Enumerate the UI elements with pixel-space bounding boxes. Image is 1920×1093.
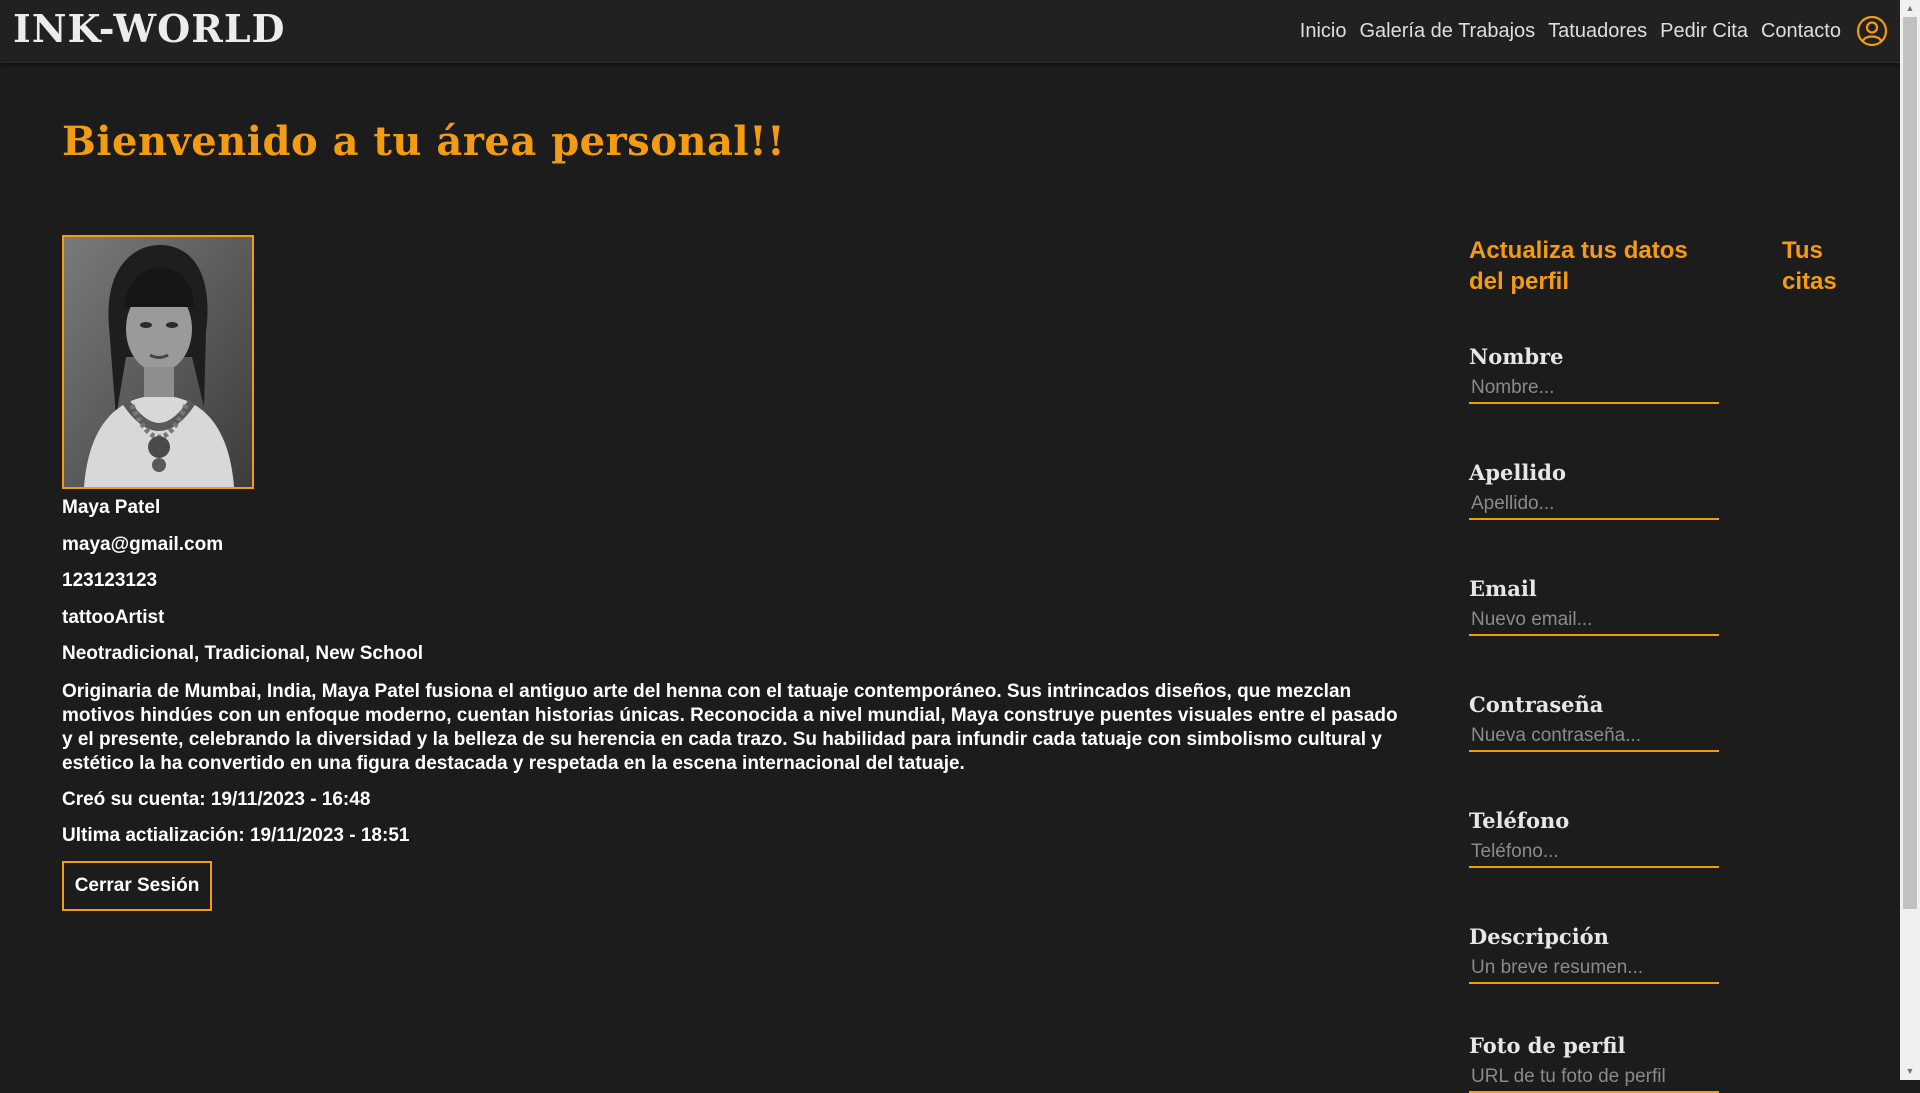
nav-link-pedir-cita[interactable]: Pedir Cita (1660, 20, 1748, 43)
profile-email: maya@gmail.com (62, 534, 224, 555)
nombre-label: Nombre (1469, 344, 1564, 369)
appointments-title: Tus citas (1782, 237, 1837, 295)
email-input[interactable] (1469, 606, 1719, 636)
nav-link-galeria[interactable]: Galería de Trabajos (1360, 20, 1536, 43)
profile-phone: 123123123 (62, 570, 158, 591)
nav-link-inicio[interactable]: Inicio (1300, 20, 1347, 43)
scroll-thumb[interactable] (1903, 17, 1917, 909)
profile-bio: Originaria de Mumbai, India, Maya Patel … (62, 681, 1398, 774)
update-profile-title: Actualiza tus datos del perfil (1469, 237, 1688, 295)
scroll-down-arrow-icon[interactable]: ▼ (1900, 1063, 1920, 1080)
telefono-label: Teléfono (1469, 808, 1570, 833)
profile-updated-date: Ultima actialización: 19/11/2023 - 18:51 (62, 825, 410, 846)
site-logo[interactable]: INK-WORLD (13, 6, 286, 51)
nombre-input[interactable] (1469, 374, 1719, 404)
profile-styles: Neotradicional, Tradicional, New School (62, 643, 424, 664)
nav-link-tatuadores[interactable]: Tatuadores (1548, 20, 1647, 43)
nav-link-contacto[interactable]: Contacto (1761, 20, 1841, 43)
telefono-input[interactable] (1469, 838, 1719, 868)
apellido-input[interactable] (1469, 490, 1719, 520)
main-nav: Inicio Galería de Trabajos Tatuadores Pe… (1300, 0, 1888, 62)
password-input[interactable] (1469, 722, 1719, 752)
profile-role: tattooArtist (62, 607, 165, 628)
foto-perfil-input[interactable] (1469, 1063, 1719, 1093)
password-label: Contraseña (1469, 692, 1604, 717)
profile-name: Maya Patel (62, 497, 161, 518)
profile-created-date: Creó su cuenta: 19/11/2023 - 16:48 (62, 789, 371, 810)
user-circle-icon[interactable] (1856, 15, 1888, 47)
page-scrollbar[interactable]: ▲ ▼ (1900, 0, 1920, 1080)
profile-photo-image (64, 237, 252, 487)
scroll-up-arrow-icon[interactable]: ▲ (1900, 0, 1920, 17)
descripcion-input[interactable] (1469, 954, 1719, 984)
apellido-label: Apellido (1469, 460, 1566, 485)
page-title: Bienvenido a tu área personal!! (62, 118, 786, 165)
foto-perfil-label: Foto de perfil (1469, 1033, 1626, 1058)
top-navbar: INK-WORLD Inicio Galería de Trabajos Tat… (0, 0, 1900, 63)
logout-button[interactable]: Cerrar Sesión (62, 861, 212, 911)
profile-avatar (62, 235, 254, 489)
descripcion-label: Descripción (1469, 924, 1609, 949)
email-label: Email (1469, 576, 1537, 601)
